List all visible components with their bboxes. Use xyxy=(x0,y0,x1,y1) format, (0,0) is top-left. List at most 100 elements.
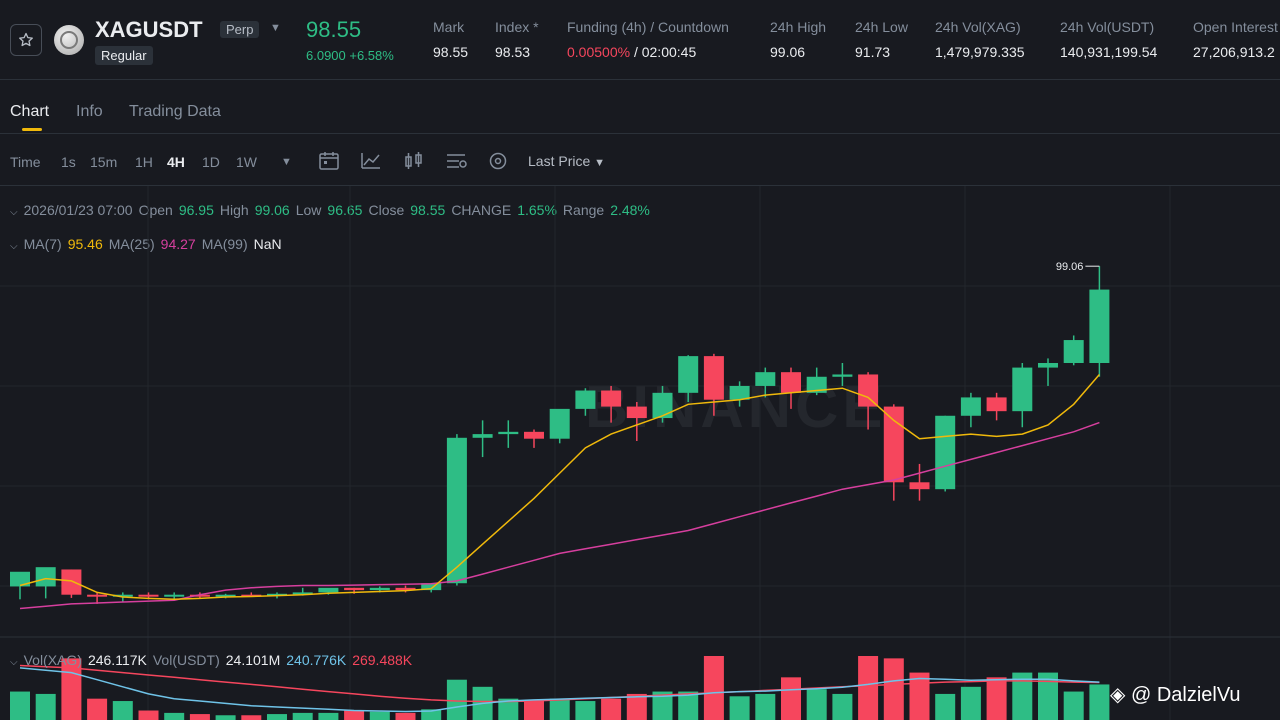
candle-body xyxy=(626,406,647,419)
volume-bar xyxy=(575,701,596,720)
volume-bar xyxy=(729,696,750,720)
funding-countdown: / 02:00:45 xyxy=(630,44,697,60)
candle-body xyxy=(1063,340,1084,363)
stat-24h-high: 24h High 99.06 xyxy=(770,19,827,60)
candle-body xyxy=(138,594,159,597)
volume-row: ⌵ Vol(XAG) 246.117K Vol(USDT) 24.101M 240.776… xyxy=(10,652,413,668)
price-type-select[interactable]: Last Price ▼ xyxy=(528,153,605,169)
volume-bar xyxy=(806,689,827,720)
candle-body xyxy=(960,397,981,416)
indicators-icon[interactable] xyxy=(360,151,382,171)
candle-body xyxy=(35,567,56,587)
stat-index[interactable]: Index * 98.53 xyxy=(495,19,539,60)
stat-24h-low: 24h Low 91.73 xyxy=(855,19,908,60)
volume-bar xyxy=(10,691,30,720)
candle-body xyxy=(524,431,544,439)
main-tabs: Chart Info Trading Data xyxy=(0,82,1280,134)
stat-open-interest: Open Interest 27,206,913.2 xyxy=(1193,19,1278,60)
tf-time[interactable]: Time xyxy=(10,154,41,170)
candle-body xyxy=(498,431,519,435)
candle-body xyxy=(781,372,801,393)
tf-1h[interactable]: 1H xyxy=(135,154,153,170)
candle-body xyxy=(61,569,82,595)
tf-15m[interactable]: 15m xyxy=(90,154,117,170)
calendar-icon[interactable] xyxy=(318,151,340,171)
category-badge: Regular xyxy=(95,46,153,65)
candle-body xyxy=(909,482,930,490)
tf-1d[interactable]: 1D xyxy=(202,154,220,170)
candle-body xyxy=(1089,289,1110,363)
volume-bar xyxy=(241,715,262,720)
volume-bar xyxy=(395,712,416,720)
candle-body xyxy=(575,390,596,409)
star-icon xyxy=(19,32,33,47)
volume-bar xyxy=(858,656,879,720)
volume-bar xyxy=(1063,691,1084,720)
settings-icon[interactable] xyxy=(487,151,509,171)
volume-bar xyxy=(781,677,801,720)
candle-body xyxy=(858,374,879,407)
layout-icon[interactable] xyxy=(445,151,467,171)
volume-bar xyxy=(112,701,133,720)
volume-bar xyxy=(446,679,467,720)
chevron-down-icon[interactable]: ▼ xyxy=(270,22,281,34)
volume-bar xyxy=(138,710,159,720)
tab-chart[interactable]: Chart xyxy=(10,103,49,121)
ticker-header: XAGUSDT Perp ▼ Regular 98.55 6.0900 +6.5… xyxy=(0,0,1280,80)
candle-body xyxy=(369,587,390,591)
author-credit: ◈ @ DalzielVu xyxy=(1110,684,1241,706)
collapse-icon[interactable]: ⌵ xyxy=(10,657,18,668)
volume-bar xyxy=(267,714,287,720)
symbol-name[interactable]: XAGUSDT xyxy=(95,17,203,43)
binance-logo-icon: ◈ xyxy=(1110,684,1126,706)
timeframe-more-icon[interactable]: ▼ xyxy=(281,156,292,168)
candlestick-chart[interactable]: 99.06 xyxy=(0,186,1280,720)
volume-bar xyxy=(35,693,56,720)
candle-body xyxy=(652,392,673,419)
volume-bar xyxy=(1089,684,1110,720)
candle-body xyxy=(549,408,570,439)
volume-bar xyxy=(369,711,390,720)
volume-bar xyxy=(87,698,108,720)
volume-bar xyxy=(189,714,210,720)
candle-body xyxy=(601,390,622,407)
volume-bar xyxy=(215,715,236,720)
favorite-button[interactable] xyxy=(10,24,42,56)
volume-bar xyxy=(292,712,313,720)
price-type-label: Last Price xyxy=(528,153,591,169)
stat-24h-vol-usdt: 24h Vol(USDT) 140,931,199.54 xyxy=(1060,19,1158,60)
candle-body xyxy=(832,374,853,377)
stat-mark: Mark 98.55 xyxy=(433,19,469,60)
volume-bar xyxy=(986,677,1007,720)
candle-body xyxy=(935,415,956,490)
volume-bar xyxy=(318,712,339,720)
tf-1s[interactable]: 1s xyxy=(61,154,76,170)
candle-type-icon[interactable] xyxy=(403,151,425,171)
candle-body xyxy=(164,594,185,597)
perp-badge: Perp xyxy=(220,21,260,38)
chart-toolbar: Time 1s 15m 1H 4H 1D 1W ▼ Last Price ▼ xyxy=(0,136,1280,186)
volume-bar xyxy=(601,698,622,720)
high-marker: 99.06 xyxy=(1056,261,1100,273)
volume-bar xyxy=(935,693,956,720)
candle-body xyxy=(1012,367,1033,412)
candle-body xyxy=(1038,363,1058,368)
funding-rate: 0.00500% xyxy=(567,44,631,60)
volume-bar xyxy=(344,710,365,720)
volume-bar xyxy=(703,656,724,720)
tf-1w[interactable]: 1W xyxy=(236,154,257,170)
volume-bar xyxy=(549,698,570,720)
chevron-down-icon: ▼ xyxy=(594,157,606,169)
candle-body xyxy=(678,356,699,393)
candle-body xyxy=(729,385,750,400)
volume-bar xyxy=(832,693,853,720)
candle-body xyxy=(344,587,365,591)
tab-info[interactable]: Info xyxy=(76,103,103,121)
tab-trading-data[interactable]: Trading Data xyxy=(129,103,221,121)
volume-bar xyxy=(524,701,544,720)
tf-4h[interactable]: 4H xyxy=(167,154,185,170)
high-marker-label: 99.06 xyxy=(1056,261,1084,273)
candle-body xyxy=(883,406,904,483)
silver-coin-icon xyxy=(54,25,84,55)
candle-body xyxy=(472,434,493,438)
